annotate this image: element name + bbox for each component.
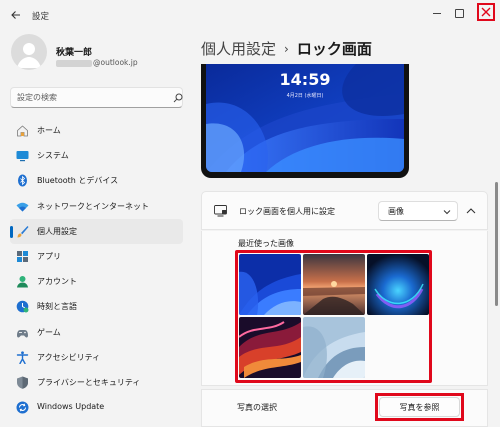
sidebar-item-accessibility[interactable]: アクセシビリティ <box>10 345 183 370</box>
profile-name: 秋葉一郎 <box>56 48 93 58</box>
recent-image-sunset[interactable] <box>303 254 365 315</box>
lock-screen-personalize-row[interactable]: ロック画面を個人用に設定 画像 <box>201 191 488 230</box>
close-icon <box>481 7 491 17</box>
recent-image-blue-orb[interactable] <box>367 254 429 315</box>
profile-email: @outlook.jp <box>56 58 138 67</box>
account-icon <box>17 276 28 288</box>
sidebar-item-time-language[interactable]: 時刻と言語 <box>10 294 183 319</box>
maximize-button[interactable] <box>452 6 466 20</box>
recent-images-label: 最近使った画像 <box>238 239 294 248</box>
breadcrumb-separator: › <box>284 41 289 56</box>
search-input[interactable] <box>17 91 167 104</box>
sidebar-item-gaming[interactable]: ゲーム <box>10 320 183 345</box>
page-title: ロック画面 <box>296 40 372 58</box>
recent-images-section: 最近使った画像 <box>201 231 488 386</box>
wifi-icon <box>16 202 29 212</box>
preview-date: 4月2日 (水曜日) <box>286 93 324 99</box>
accessibility-icon <box>16 351 29 364</box>
apps-icon <box>17 250 28 262</box>
bluetooth-icon <box>18 174 27 187</box>
browse-photos-button[interactable]: 写真を参照 <box>379 397 460 417</box>
browse-highlight: 写真を参照 <box>375 393 464 421</box>
sidebar-item-apps[interactable]: アプリ <box>10 244 183 269</box>
search-box[interactable] <box>10 87 183 108</box>
recent-image-blue-bloom[interactable] <box>239 254 301 315</box>
gamepad-icon <box>17 329 28 337</box>
system-icon <box>16 151 29 162</box>
scrollbar[interactable] <box>495 182 498 382</box>
lock-screen-preview: 14:59 4月2日 (水曜日) <box>201 64 409 178</box>
recent-image-light-blue-bloom[interactable] <box>303 317 365 378</box>
sidebar-item-accounts[interactable]: アカウント <box>10 269 183 294</box>
sidebar-item-network[interactable]: ネットワークとインターネット <box>10 194 183 219</box>
sidebar-nav: ホーム システム Bluetooth とデバイス ネットワークとインターネット … <box>10 118 183 420</box>
back-arrow-icon[interactable] <box>9 8 23 22</box>
sidebar-item-windows-update[interactable]: Windows Update <box>10 395 183 420</box>
scrollbar-thumb[interactable] <box>495 182 498 306</box>
brush-icon <box>17 225 29 238</box>
shield-icon <box>17 376 28 389</box>
avatar[interactable] <box>11 34 47 70</box>
breadcrumb-parent[interactable]: 個人用設定 <box>201 38 276 59</box>
windows-update-icon <box>16 401 29 414</box>
home-icon <box>17 125 28 137</box>
close-button[interactable] <box>477 3 495 21</box>
sidebar-item-home[interactable]: ホーム <box>10 118 183 143</box>
lock-screen-label: ロック画面を個人用に設定 <box>239 207 335 216</box>
time-language-icon <box>16 301 29 313</box>
recent-images-grid <box>235 250 432 383</box>
preview-time: 14:59 <box>279 70 331 89</box>
sidebar-item-bluetooth[interactable]: Bluetooth とデバイス <box>10 168 183 193</box>
breadcrumb: 個人用設定 › ロック画面 <box>201 38 372 59</box>
search-icon <box>173 93 183 103</box>
background-type-dropdown[interactable]: 画像 <box>378 201 458 221</box>
monitor-lock-icon <box>214 205 227 217</box>
browse-photos-row: 写真の選択 写真を参照 <box>201 389 488 427</box>
sidebar-item-privacy-security[interactable]: プライバシーとセキュリティ <box>10 370 183 395</box>
chevron-down-icon <box>443 210 451 215</box>
title-bar: 設定 <box>0 0 500 30</box>
window-title: 設定 <box>32 12 50 22</box>
browse-photos-label: 写真の選択 <box>237 403 277 412</box>
person-icon <box>17 43 41 68</box>
sidebar-item-system[interactable]: システム <box>10 143 183 168</box>
recent-image-red-swirl[interactable] <box>239 317 301 378</box>
minimize-button[interactable] <box>430 6 444 20</box>
sidebar-item-personalization[interactable]: 個人用設定 <box>10 218 183 244</box>
chevron-up-icon[interactable] <box>464 204 478 218</box>
